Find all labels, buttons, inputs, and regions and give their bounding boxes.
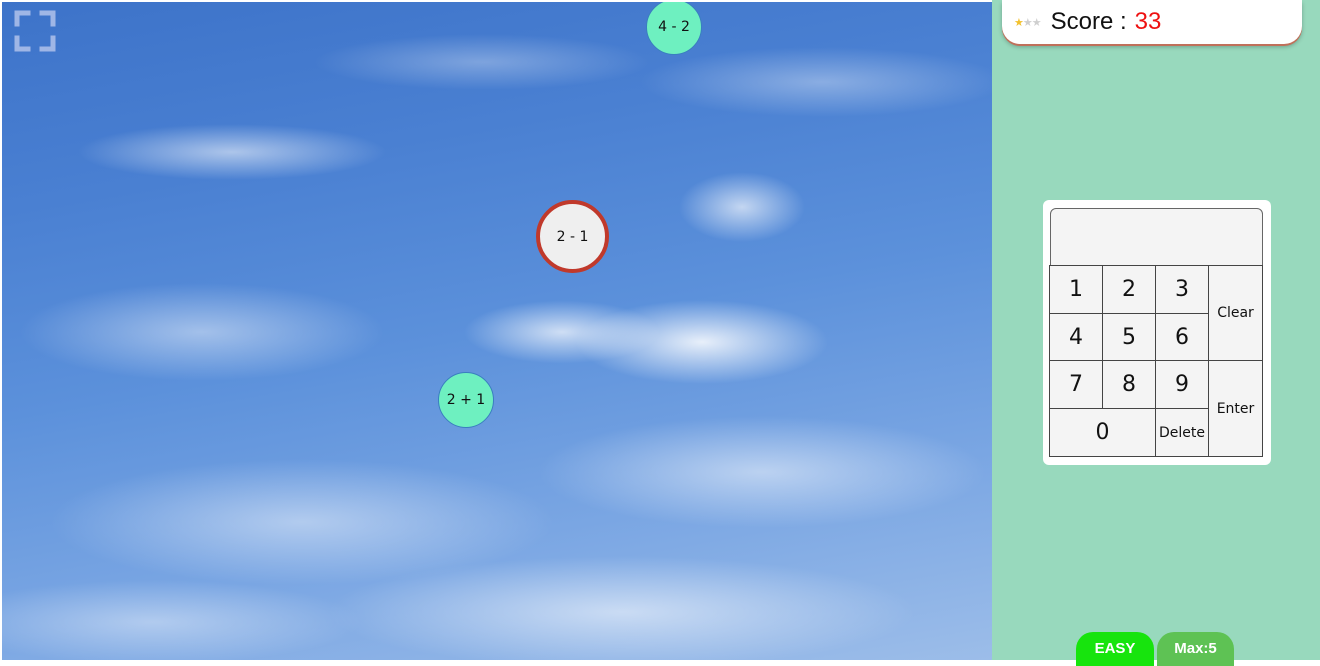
key-1[interactable]: 1 xyxy=(1049,265,1103,314)
key-6[interactable]: 6 xyxy=(1155,313,1209,361)
key-8[interactable]: 8 xyxy=(1102,360,1156,409)
star-icon: ★ xyxy=(1014,15,1024,29)
star-rating: ★★★ xyxy=(1014,15,1042,29)
enter-button[interactable]: Enter xyxy=(1208,360,1263,457)
key-2[interactable]: 2 xyxy=(1102,265,1156,314)
key-9[interactable]: 9 xyxy=(1155,360,1209,409)
delete-button[interactable]: Delete xyxy=(1155,408,1209,457)
fullscreen-icon[interactable] xyxy=(14,10,56,52)
keypad: 1 2 3 Clear 4 5 6 7 8 9 Enter 0 Delete xyxy=(1043,200,1271,465)
answer-display xyxy=(1050,208,1263,266)
key-3[interactable]: 3 xyxy=(1155,265,1209,314)
star-icon: ★ xyxy=(1022,15,1033,29)
key-4[interactable]: 4 xyxy=(1049,313,1103,361)
score-label: Score : xyxy=(1050,8,1127,35)
sky-play-area: 4 - 2 2 - 1 2 + 1 xyxy=(2,2,992,660)
target-math-bubble[interactable]: 2 - 1 xyxy=(536,200,609,273)
key-0[interactable]: 0 xyxy=(1049,408,1156,457)
math-bubble[interactable]: 2 + 1 xyxy=(438,372,494,428)
key-5[interactable]: 5 xyxy=(1102,313,1156,361)
side-panel: ★★★ Score : 33 1 2 3 Clear 4 5 6 7 8 9 E… xyxy=(992,0,1320,666)
difficulty-badge[interactable]: EASY xyxy=(1076,632,1154,666)
score-value: 33 xyxy=(1134,8,1162,35)
max-badge[interactable]: Max:5 xyxy=(1157,632,1234,666)
score-card: ★★★ Score : 33 xyxy=(1002,0,1302,44)
star-icon: ★ xyxy=(1031,15,1042,29)
keypad-keys: 1 2 3 Clear 4 5 6 7 8 9 Enter 0 Delete xyxy=(1049,265,1263,458)
math-bubble[interactable]: 4 - 2 xyxy=(646,2,702,55)
clear-button[interactable]: Clear xyxy=(1208,265,1263,361)
key-7[interactable]: 7 xyxy=(1049,360,1103,409)
